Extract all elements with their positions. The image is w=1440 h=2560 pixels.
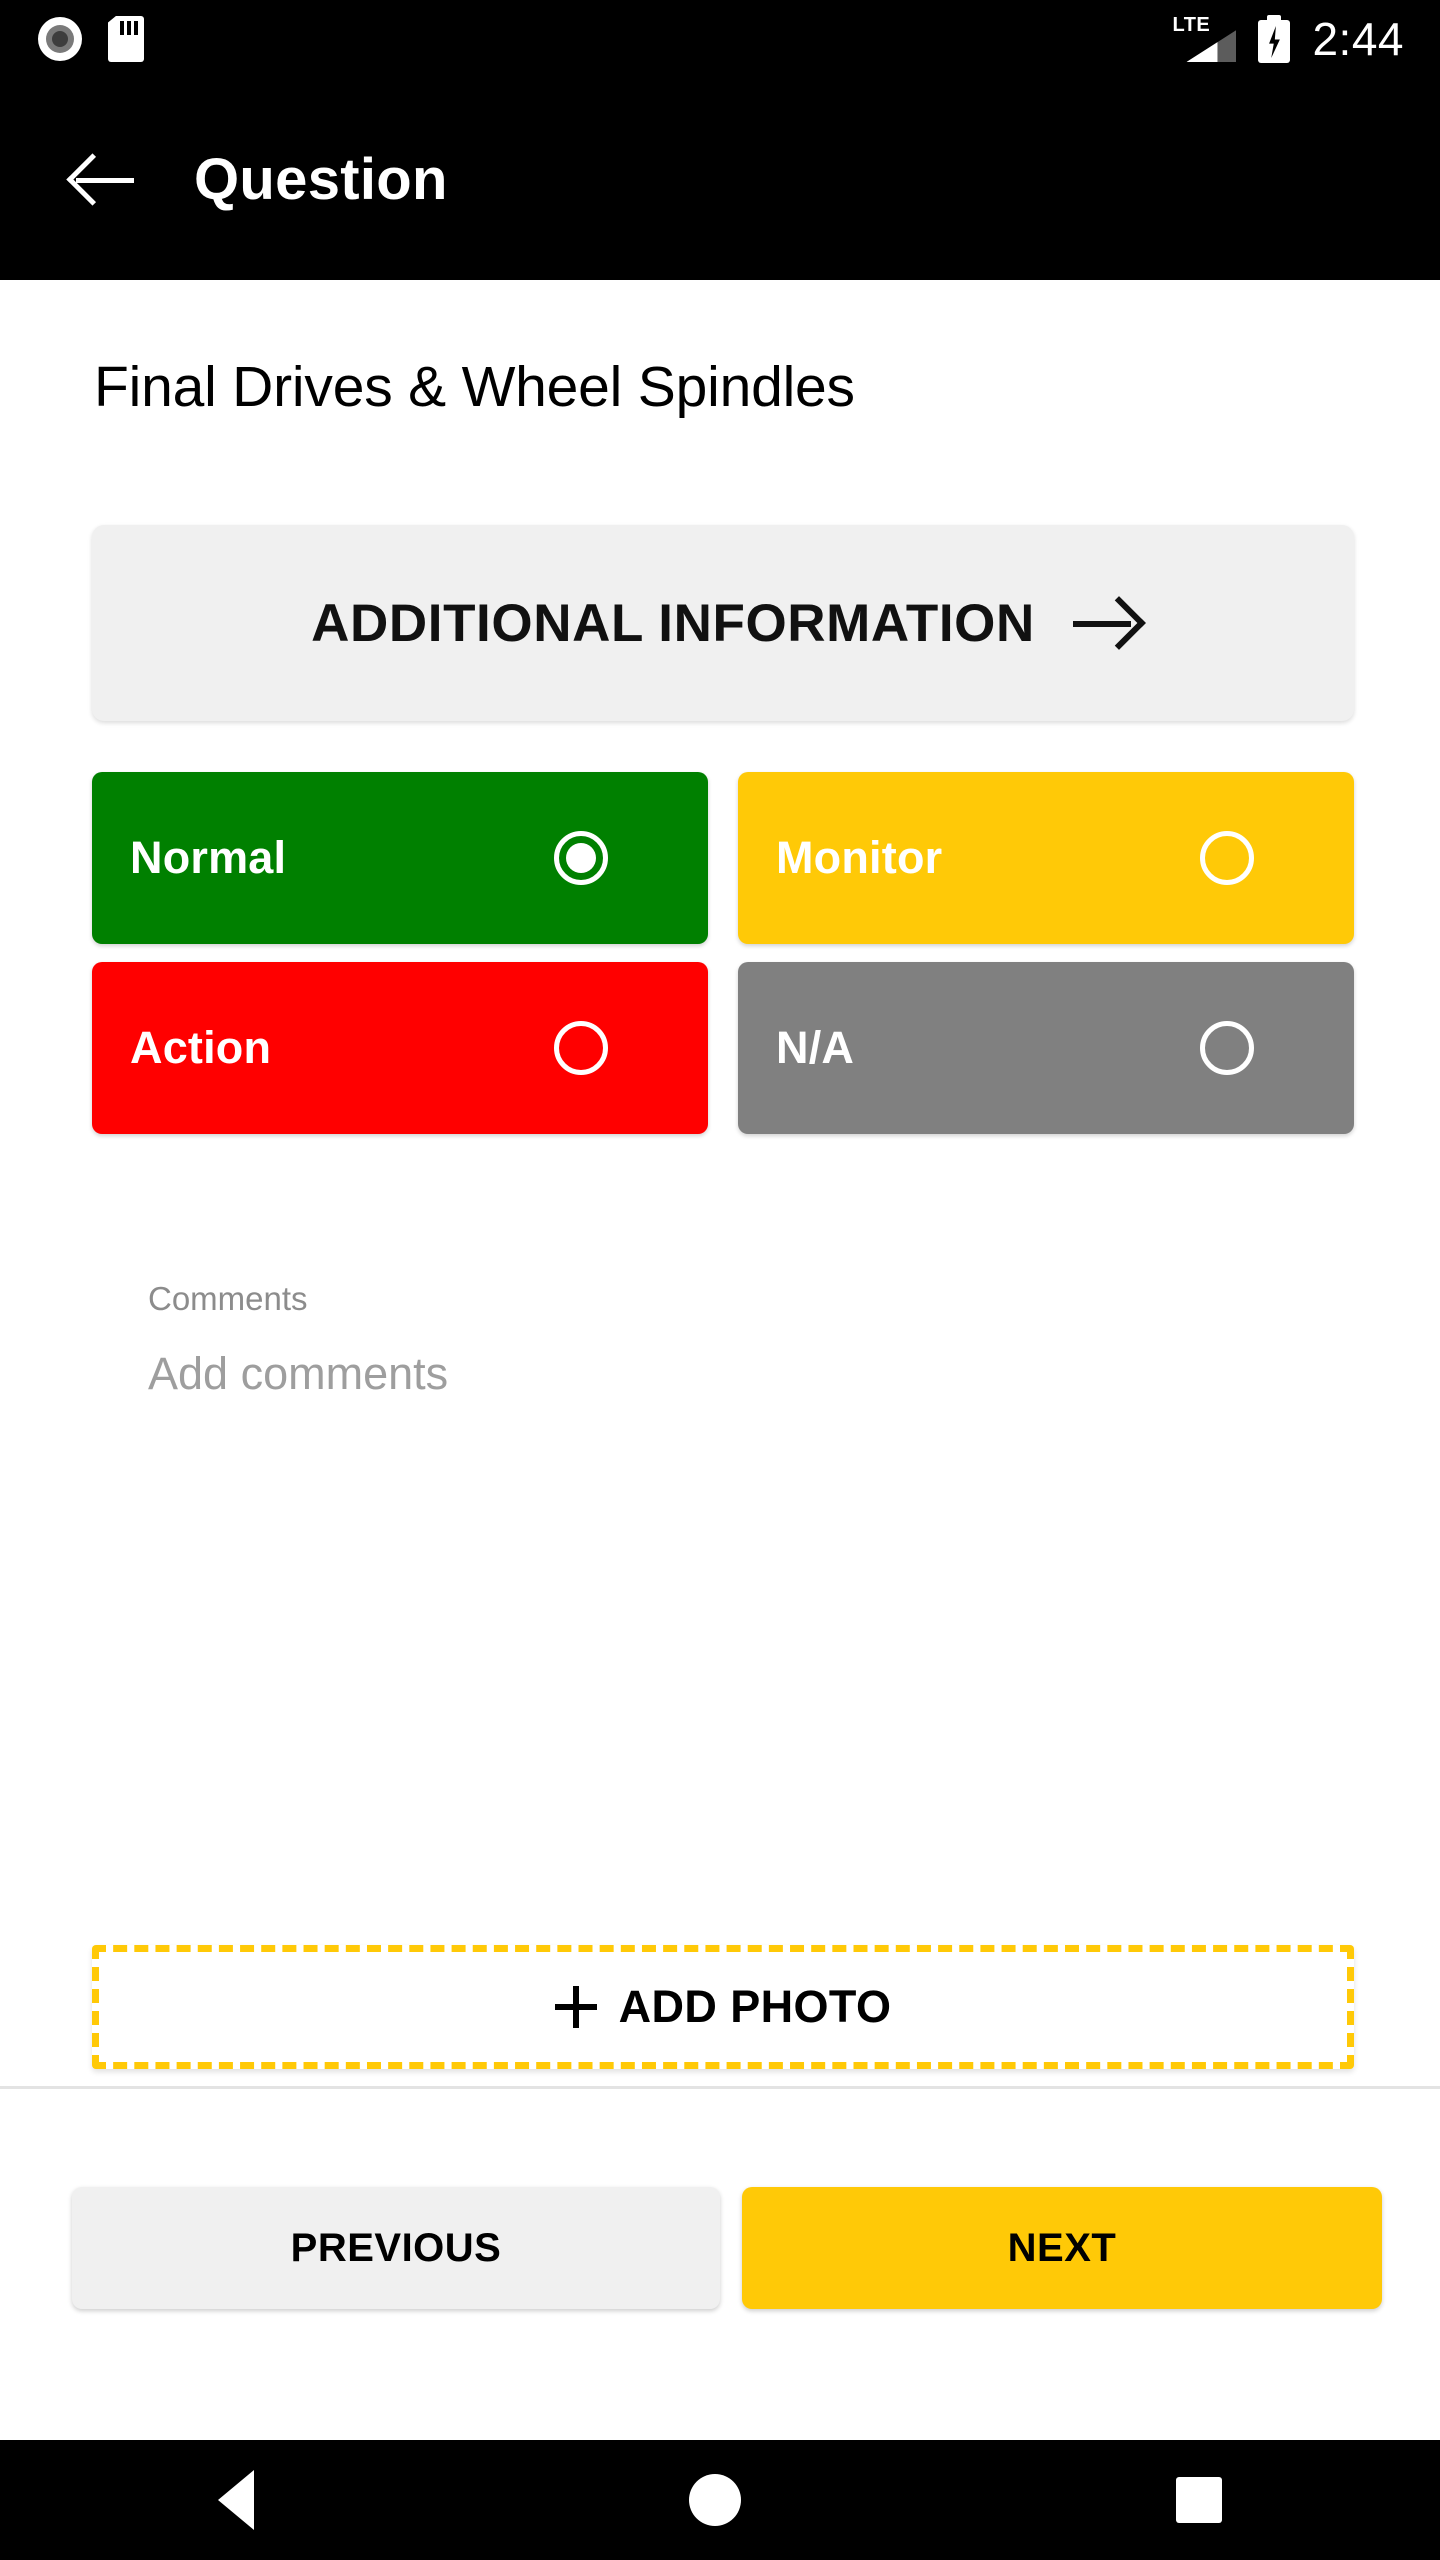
back-arrow-icon[interactable] (72, 147, 136, 211)
radio-indicator[interactable] (554, 1021, 608, 1075)
status-options-grid: Normal Monitor Action N/A (92, 772, 1354, 1134)
radio-indicator[interactable] (1200, 1021, 1254, 1075)
footer-nav: PREVIOUS NEXT (0, 2091, 1440, 2440)
status-bar-right-icons: LTE 2:44 (1172, 13, 1440, 65)
comments-section: Comments Add comments (148, 1280, 448, 1400)
additional-information-button[interactable]: ADDITIONAL INFORMATION (92, 525, 1354, 721)
footer-divider (0, 2086, 1440, 2089)
battery-charging-icon (1258, 15, 1291, 63)
triangle-back-icon[interactable] (217, 2470, 254, 2530)
status-option-action[interactable]: Action (92, 962, 708, 1134)
arrow-right-icon (1072, 598, 1135, 648)
previous-button[interactable]: PREVIOUS (72, 2187, 720, 2309)
status-option-na[interactable]: N/A (738, 962, 1354, 1134)
status-bar: LTE 2:44 (0, 0, 1440, 78)
android-nav-bar (0, 2440, 1440, 2560)
signal-icon: LTE (1172, 14, 1237, 62)
additional-information-label: ADDITIONAL INFORMATION (311, 593, 1035, 653)
network-type-label: LTE (1172, 14, 1211, 36)
status-option-label: Monitor (776, 832, 943, 883)
sd-card-icon (108, 16, 144, 62)
comments-input[interactable]: Add comments (148, 1348, 448, 1400)
comments-label: Comments (148, 1280, 308, 1317)
status-bar-left-icons (0, 16, 144, 62)
status-option-normal[interactable]: Normal (92, 772, 708, 944)
status-option-monitor[interactable]: Monitor (738, 772, 1354, 944)
radio-indicator[interactable] (554, 831, 608, 885)
app-screen: LTE 2:44 Question Final Drives & Wheel S… (0, 0, 1440, 2560)
question-title: Final Drives & Wheel Spindles (94, 355, 855, 419)
status-option-label: N/A (776, 1022, 855, 1073)
page-title: Question (194, 146, 448, 212)
next-button[interactable]: NEXT (742, 2187, 1382, 2309)
add-photo-label: ADD PHOTO (618, 1981, 892, 2032)
status-option-label: Action (130, 1022, 272, 1073)
radio-indicator[interactable] (1200, 831, 1254, 885)
status-option-label: Normal (130, 832, 287, 883)
circle-home-icon[interactable] (688, 2474, 741, 2526)
square-recents-icon[interactable] (1176, 2477, 1223, 2523)
content-area: Final Drives & Wheel Spindles ADDITIONAL… (0, 280, 1440, 2089)
plus-icon (554, 1986, 597, 2028)
screen-record-icon (38, 17, 82, 61)
app-bar: Question (0, 78, 1440, 280)
status-bar-clock: 2:44 (1312, 13, 1404, 65)
add-photo-button[interactable]: ADD PHOTO (92, 1945, 1354, 2069)
